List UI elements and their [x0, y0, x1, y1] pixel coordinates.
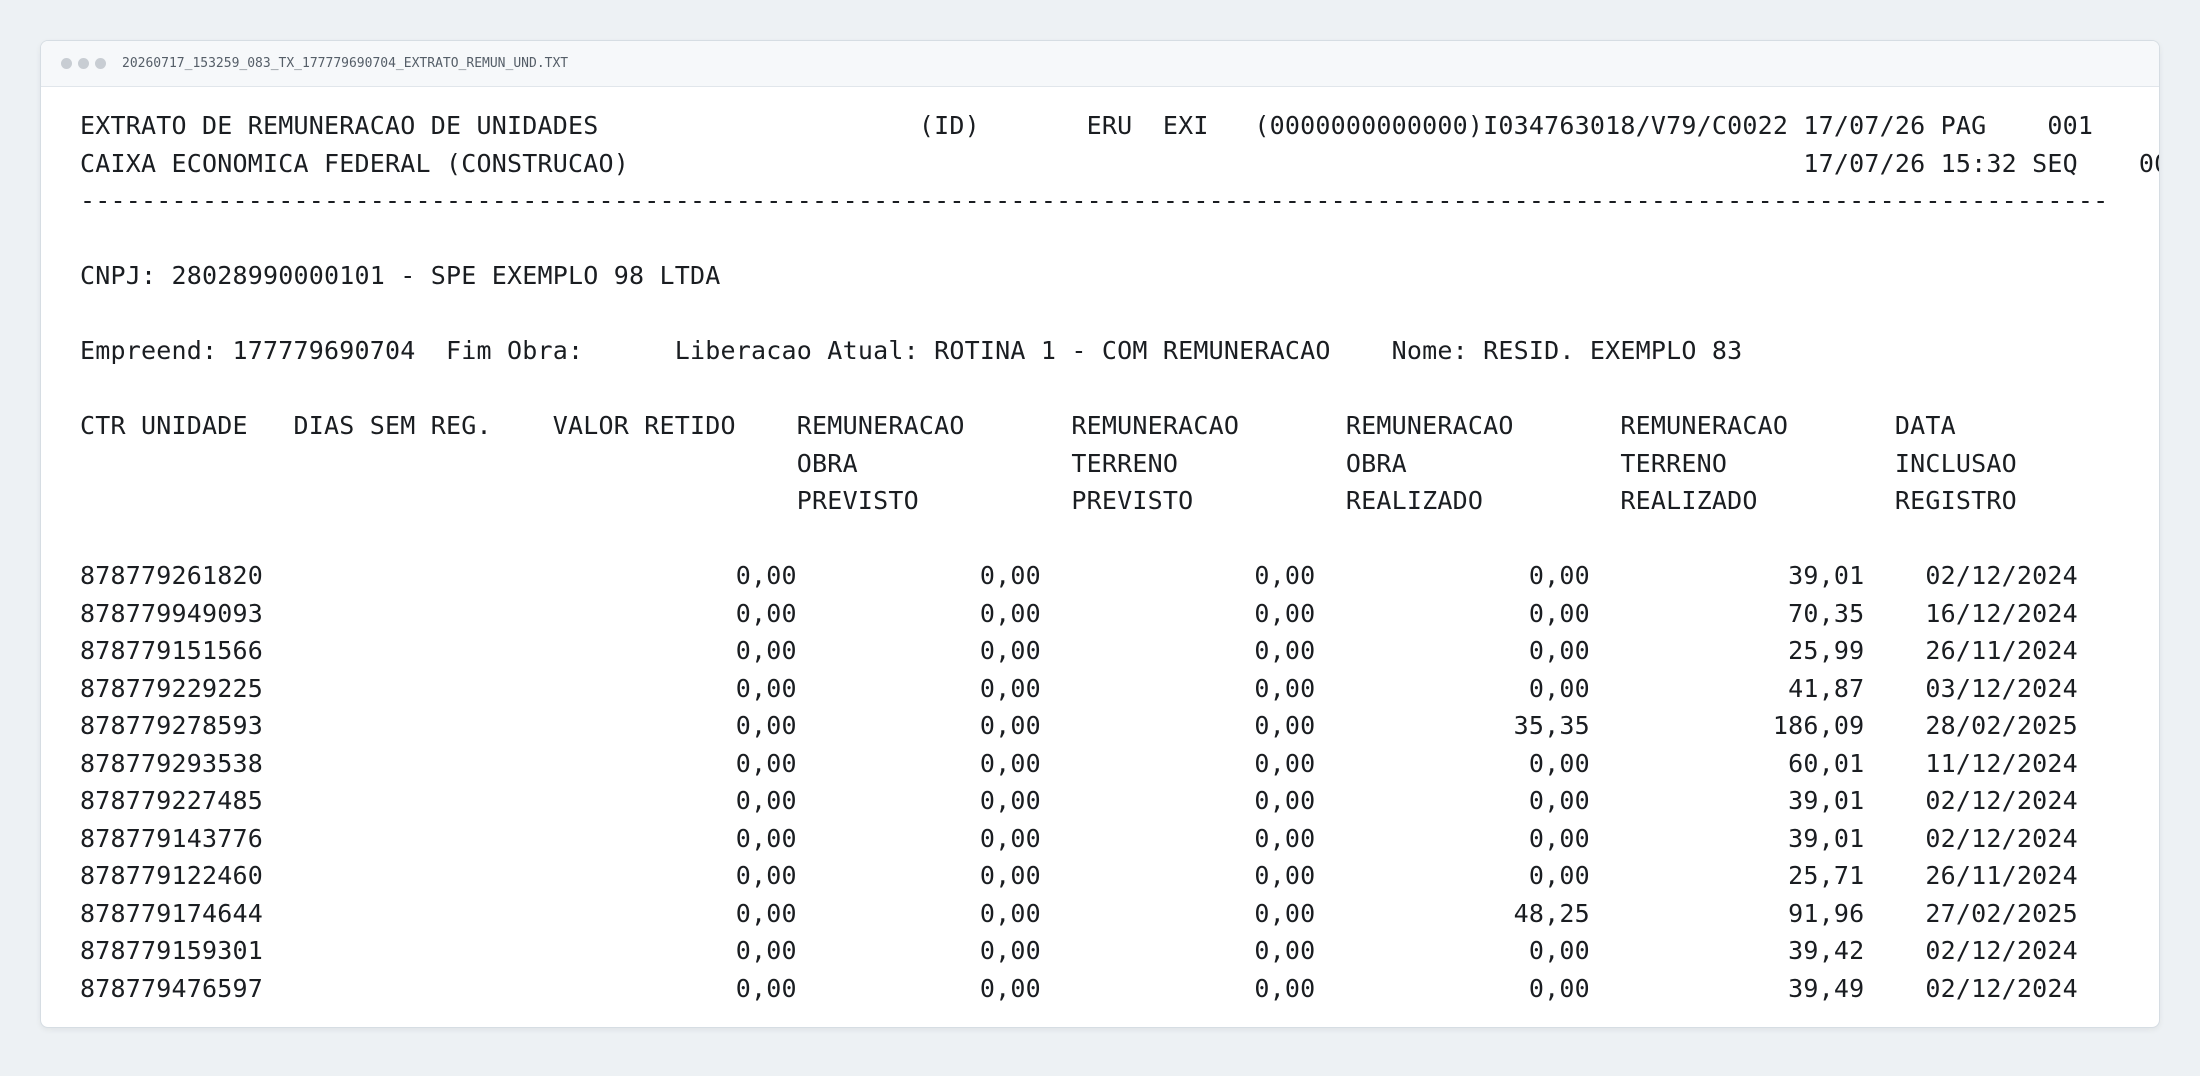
- report-line: EXTRATO DE REMUNERACAO DE UNIDADES (ID) …: [80, 111, 2094, 140]
- report-line: 878779949093 0,00 0,00 0,00 0,00 70,35 1…: [80, 598, 2078, 628]
- report-line: 878779293538 0,00 0,00 0,00 0,00 60,01 1…: [80, 748, 2078, 778]
- minimize-dot-icon[interactable]: [78, 58, 89, 69]
- report-line: CAIXA ECONOMICA FEDERAL (CONSTRUCAO) 17/…: [80, 148, 2160, 178]
- report-line: ----------------------------------------…: [80, 186, 2109, 215]
- report-line: CNPJ: 28028990000101 - SPE EXEMPLO 98 LT…: [80, 261, 721, 290]
- report-line: PREVISTO PREVISTO REALIZADO REALIZADO RE…: [80, 486, 2017, 515]
- text-viewer-window: 20260717_153259_083_TX_177779690704_EXTR…: [40, 40, 2160, 1028]
- report-line: [80, 520, 2159, 558]
- report-line: CTR UNIDADE DIAS SEM REG. VALOR RETIDO R…: [80, 411, 1956, 440]
- file-name: 20260717_153259_083_TX_177779690704_EXTR…: [122, 56, 569, 71]
- window-controls: [61, 58, 106, 69]
- title-bar: 20260717_153259_083_TX_177779690704_EXTR…: [41, 41, 2159, 87]
- close-dot-icon[interactable]: [61, 58, 72, 69]
- report-line: 878779261820 0,00 0,00 0,00 0,00 39,01 0…: [80, 561, 2078, 590]
- report-line: OBRA TERRENO OBRA TERRENO INCLUSAO: [80, 448, 2017, 478]
- report-line: 878779227485 0,00 0,00 0,00 0,00 39,01 0…: [80, 786, 2078, 815]
- report-line: 878779229225 0,00 0,00 0,00 0,00 41,87 0…: [80, 673, 2078, 703]
- report-line: 878779174644 0,00 0,00 0,00 48,25 91,96 …: [80, 898, 2078, 928]
- report-line: Empreend: 177779690704 Fim Obra: Liberac…: [80, 336, 1743, 365]
- report-line: [80, 220, 2159, 258]
- report-line: 878779151566 0,00 0,00 0,00 0,00 25,99 2…: [80, 636, 2078, 665]
- report-text: EXTRATO DE REMUNERACAO DE UNIDADES (ID) …: [80, 107, 2160, 1007]
- report-line: 878779159301 0,00 0,00 0,00 0,00 39,42 0…: [80, 936, 2078, 965]
- report-line: 878779122460 0,00 0,00 0,00 0,00 25,71 2…: [80, 861, 2078, 890]
- report-line: [80, 295, 2159, 333]
- maximize-dot-icon[interactable]: [95, 58, 106, 69]
- report-line: 878779143776 0,00 0,00 0,00 0,00 39,01 0…: [80, 823, 2078, 853]
- report-line: 878779278593 0,00 0,00 0,00 35,35 186,09…: [80, 711, 2078, 740]
- report-line: [80, 370, 2159, 408]
- report-line: 878779476597 0,00 0,00 0,00 0,00 39,49 0…: [80, 973, 2078, 1003]
